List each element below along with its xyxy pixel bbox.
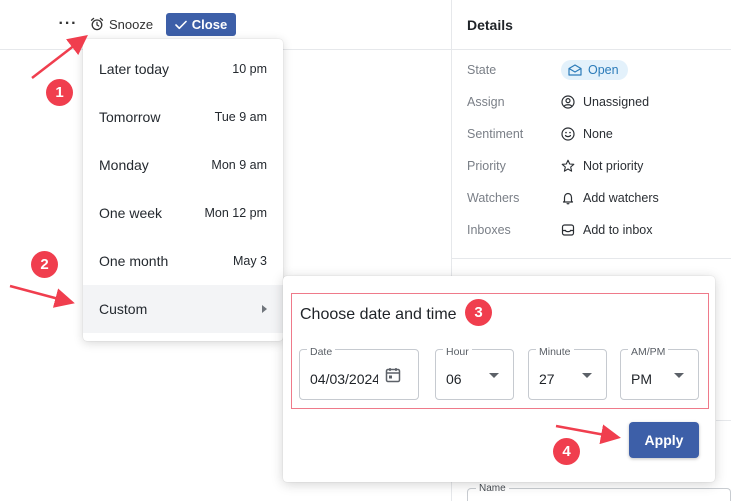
annotation-arrow-4 (555, 424, 621, 445)
annotation-badge-3: 3 (465, 299, 492, 326)
annotation-arrows (9, 34, 621, 445)
annotation-arrow-1 (31, 34, 88, 79)
annotation-badge-1: 1 (46, 79, 73, 106)
annotation-arrow-2 (9, 284, 75, 308)
annotation-badge-4: 4 (553, 438, 580, 465)
annotation-badge-2: 2 (31, 251, 58, 278)
